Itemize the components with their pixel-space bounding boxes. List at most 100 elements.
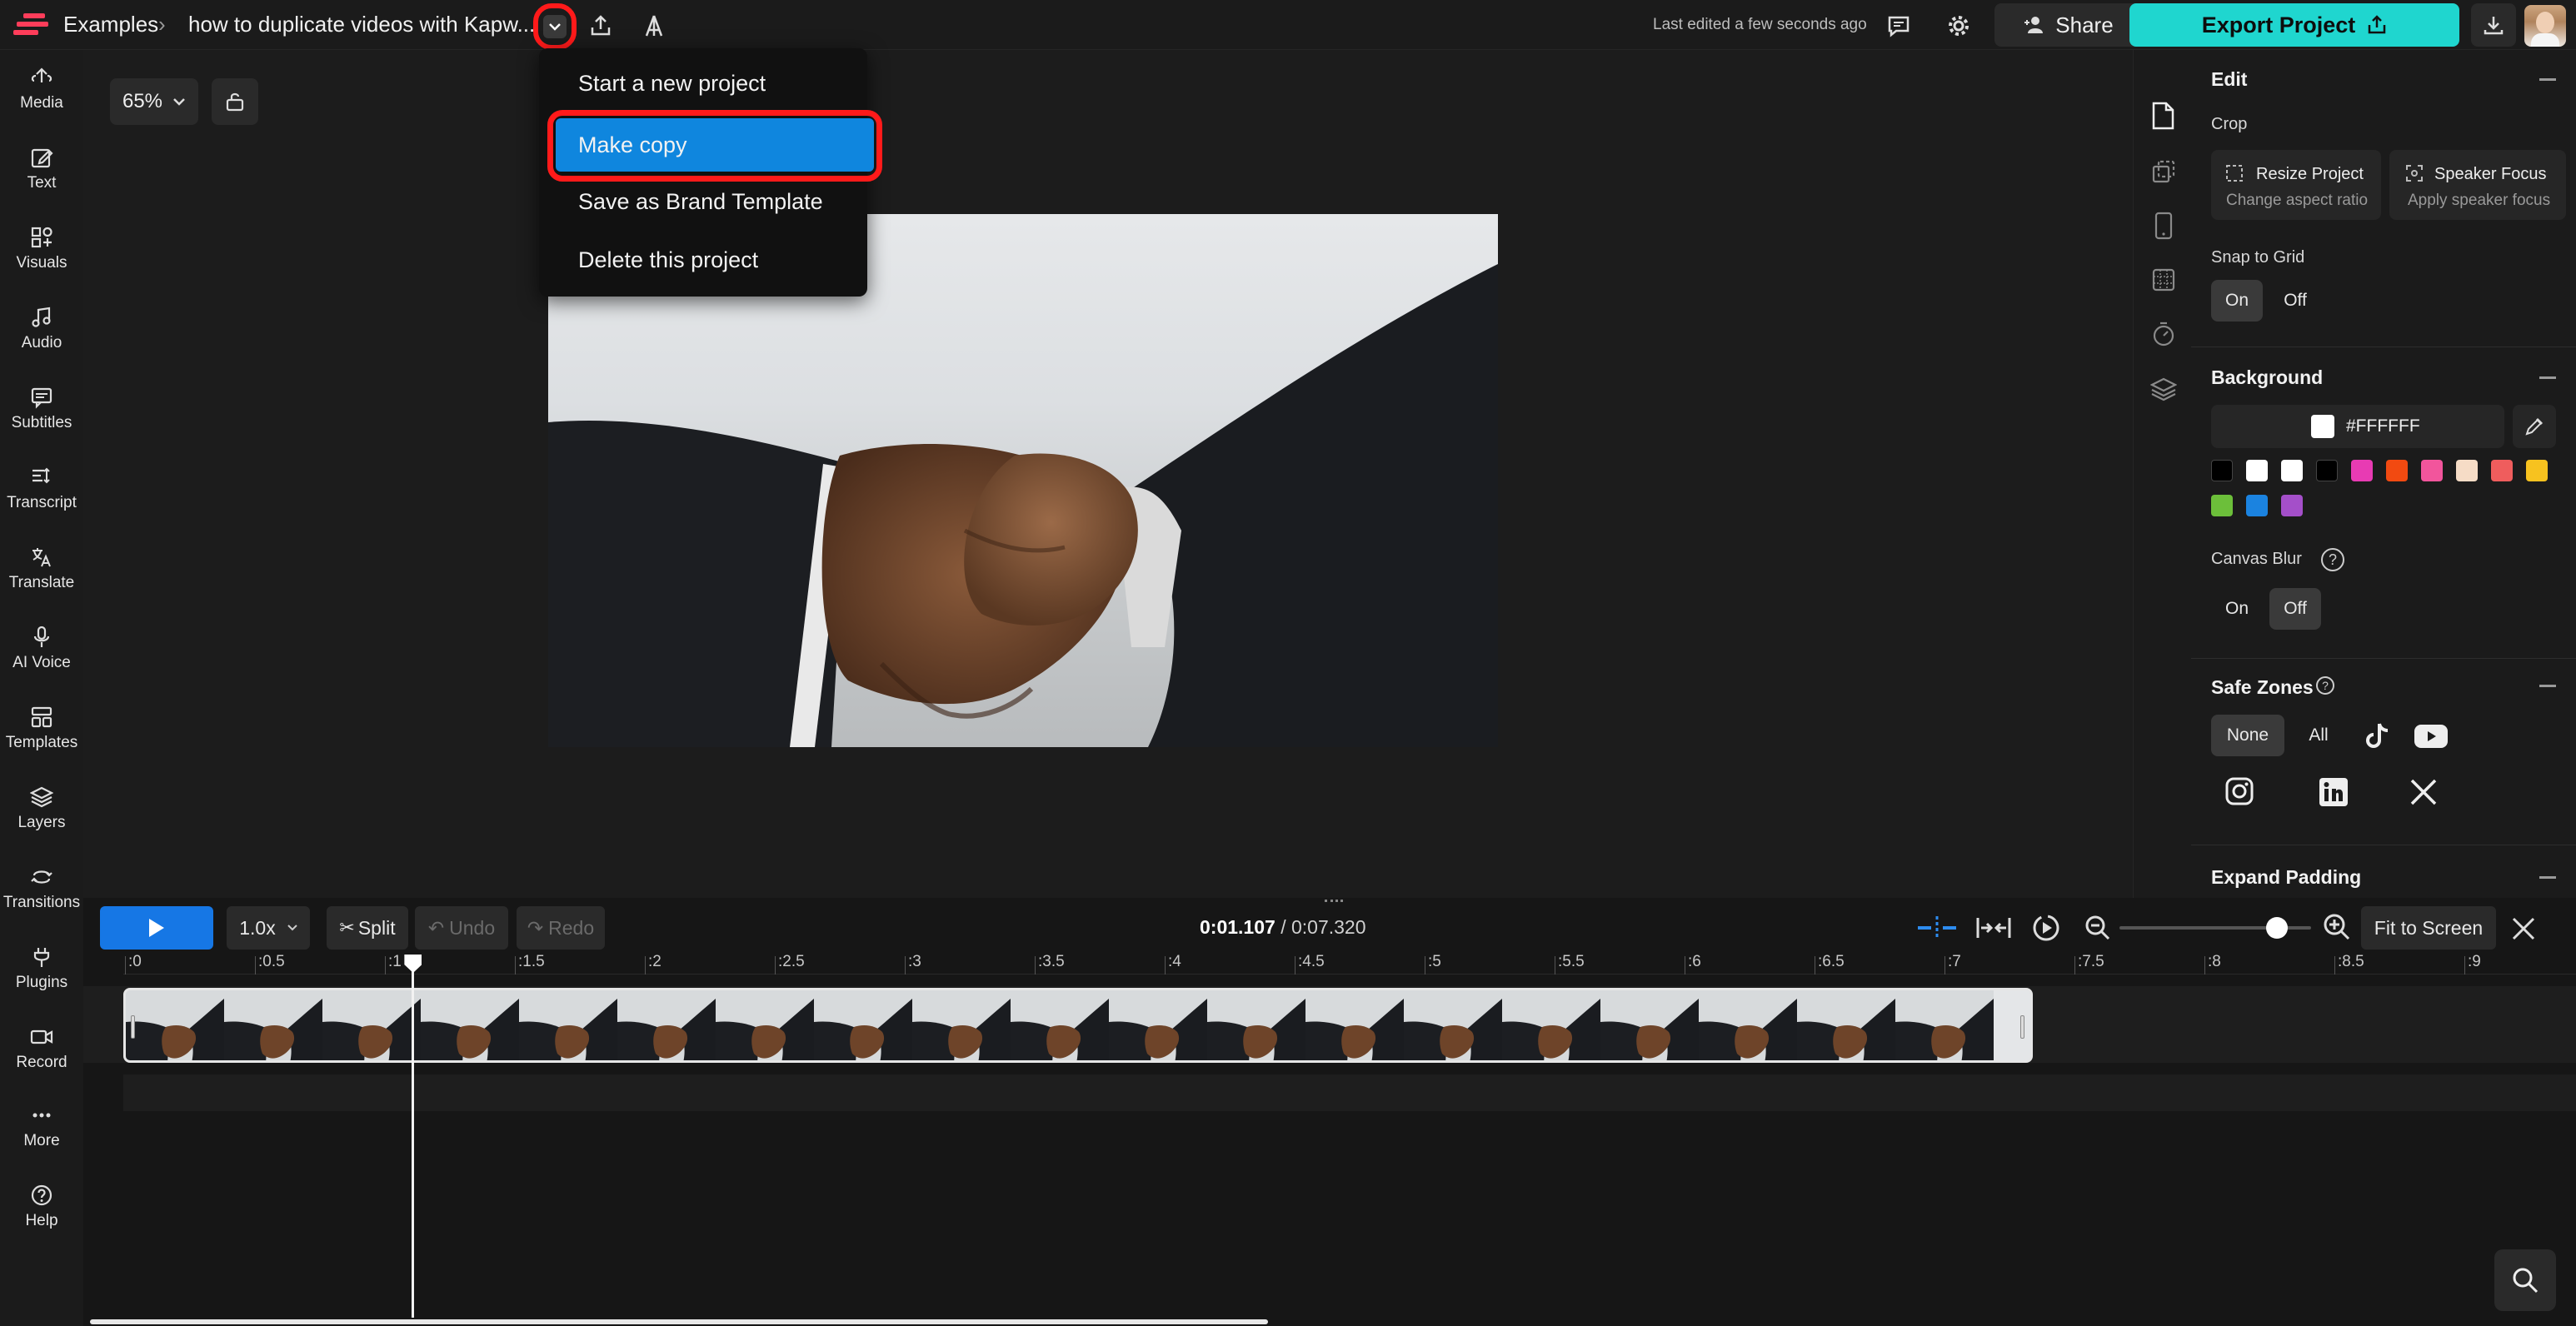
sidebar-item-audio[interactable]: Audio	[0, 292, 83, 366]
project-title[interactable]: how to duplicate videos with Kapw...	[188, 12, 535, 37]
playhead[interactable]	[404, 955, 422, 1318]
collapse-edit-icon[interactable]	[2539, 78, 2556, 81]
sidebar-item-subtitles[interactable]: Subtitles	[0, 371, 83, 446]
mobile-icon[interactable]	[2154, 212, 2173, 240]
zoom-in-icon[interactable]	[2323, 913, 2351, 941]
download-button[interactable]	[2471, 3, 2516, 47]
kapwing-logo-icon[interactable]	[13, 12, 52, 38]
layers-icon[interactable]	[2150, 376, 2177, 401]
background-color-field[interactable]: #FFFFFF	[2211, 405, 2504, 448]
grid-icon[interactable]	[2152, 268, 2175, 292]
ruler-tick-label: :7	[1948, 953, 1961, 970]
help-circle-icon[interactable]: ?	[2321, 548, 2344, 571]
sidebar-item-ai-voice[interactable]: AI Voice	[0, 611, 83, 686]
search-button[interactable]	[2494, 1249, 2556, 1311]
comments-icon[interactable]	[1880, 7, 1918, 45]
timeline-drag-handle[interactable]	[1325, 900, 1343, 905]
color-swatch[interactable]	[2351, 460, 2373, 481]
zoom-out-icon[interactable]	[2084, 915, 2111, 941]
sidebar-item-media[interactable]: Media	[0, 52, 83, 127]
sidebar-item-translate[interactable]: Translate	[0, 531, 83, 606]
sidebar-item-help[interactable]: Help	[0, 1169, 83, 1244]
redo-button[interactable]: ↷ Redo	[517, 906, 605, 950]
sidebar-item-more[interactable]: More	[0, 1089, 83, 1164]
undo-button[interactable]: ↶ Undo	[415, 906, 508, 950]
user-avatar[interactable]	[2524, 5, 2566, 47]
linkedin-icon[interactable]	[2319, 778, 2348, 806]
duplicate-icon[interactable]	[2152, 160, 2175, 183]
settings-gear-icon[interactable]	[1939, 7, 1978, 45]
safe-zones-help-icon[interactable]: ?	[2316, 676, 2334, 695]
color-swatch[interactable]	[2246, 460, 2268, 481]
close-timeline-icon[interactable]	[2511, 916, 2536, 941]
brand-kit-icon[interactable]	[635, 7, 673, 45]
upload-icon[interactable]	[582, 7, 620, 45]
blur-off-button[interactable]: Off	[2269, 588, 2321, 630]
color-swatch[interactable]	[2211, 460, 2233, 481]
sidebar-item-layers[interactable]: Layers	[0, 771, 83, 846]
color-swatch[interactable]	[2491, 460, 2513, 481]
clip-right-handle[interactable]	[2020, 1015, 2024, 1039]
sidebar-item-text[interactable]: Text	[0, 132, 83, 207]
fit-to-screen-button[interactable]: Fit to Screen	[2361, 906, 2496, 950]
breadcrumb-root[interactable]: Examples	[63, 12, 158, 37]
clip-left-handle[interactable]	[131, 1015, 135, 1039]
share-button[interactable]: Share	[1994, 3, 2143, 47]
sidebar-item-visuals[interactable]: Visuals	[0, 212, 83, 287]
collapse-padding-icon[interactable]	[2539, 876, 2556, 879]
blur-on-button[interactable]: On	[2211, 588, 2263, 630]
ripple-edit-icon[interactable]	[1973, 915, 2014, 941]
filmstrip-thumbnail	[1600, 990, 1699, 1060]
color-swatch[interactable]	[2316, 460, 2338, 481]
timer-icon[interactable]	[2152, 322, 2175, 346]
play-button[interactable]	[100, 906, 213, 950]
video-clip[interactable]	[123, 988, 2033, 1063]
eyedropper-button[interactable]	[2513, 405, 2556, 448]
sidebar-item-templates[interactable]: Templates	[0, 691, 83, 766]
speaker-focus-button[interactable]: Speaker Focus Apply speaker focus	[2389, 150, 2566, 220]
sidebar-item-transitions[interactable]: Transitions	[0, 851, 83, 926]
speed-dropdown[interactable]: 1.0x	[227, 906, 310, 950]
resize-project-button[interactable]: Resize Project Change aspect ratio	[2211, 150, 2381, 220]
x-twitter-icon[interactable]	[2409, 778, 2438, 806]
color-preview	[2311, 415, 2334, 438]
lock-toggle[interactable]	[212, 78, 258, 125]
color-swatch[interactable]	[2246, 495, 2268, 516]
sidebar-item-transcript[interactable]: Transcript	[0, 451, 83, 526]
color-swatch[interactable]	[2211, 495, 2233, 516]
horizontal-scrollbar[interactable]	[90, 1319, 1268, 1324]
color-swatch[interactable]	[2526, 460, 2548, 481]
youtube-icon[interactable]	[2414, 725, 2448, 748]
split-button[interactable]: ✂ Split	[327, 906, 408, 950]
timeline-zoom-slider[interactable]	[2119, 917, 2311, 939]
color-swatch[interactable]	[2281, 460, 2303, 481]
color-swatch[interactable]	[2421, 460, 2443, 481]
color-swatch[interactable]	[2281, 495, 2303, 516]
color-swatch[interactable]	[2386, 460, 2408, 481]
page-icon[interactable]	[2150, 102, 2175, 130]
menu-item-start-new-project[interactable]: Start a new project	[556, 58, 856, 108]
zoom-dropdown[interactable]: 65%	[110, 78, 198, 125]
sidebar-item-record[interactable]: Record	[0, 1011, 83, 1086]
snap-on-button[interactable]: On	[2211, 280, 2263, 322]
menu-item-save-brand-template[interactable]: Save as Brand Template	[556, 177, 856, 227]
safe-zone-all-button[interactable]: All	[2293, 715, 2344, 756]
menu-item-make-copy[interactable]: Make copy	[556, 118, 874, 172]
project-menu-toggle[interactable]	[533, 3, 577, 50]
ruler-tick-label: :3.5	[1038, 953, 1065, 970]
color-swatch[interactable]	[2456, 460, 2478, 481]
menu-item-delete-project[interactable]: Delete this project	[556, 235, 856, 285]
instagram-icon[interactable]	[2224, 776, 2254, 806]
snap-off-button[interactable]: Off	[2269, 280, 2321, 322]
export-project-button[interactable]: Export Project	[2129, 3, 2459, 47]
sidebar-item-plugins[interactable]: Plugins	[0, 931, 83, 1006]
microphone-icon	[30, 626, 53, 649]
collapse-background-icon[interactable]	[2539, 376, 2556, 379]
snap-magnet-icon[interactable]	[1916, 915, 1958, 941]
zoom-slider-knob[interactable]	[2265, 917, 2288, 939]
empty-track[interactable]	[123, 1074, 2576, 1111]
safe-zone-none-button[interactable]: None	[2211, 715, 2284, 756]
collapse-safe-zones-icon[interactable]	[2539, 685, 2556, 687]
playback-sync-icon[interactable]	[2031, 913, 2061, 943]
tiktok-icon[interactable]	[2363, 721, 2393, 751]
